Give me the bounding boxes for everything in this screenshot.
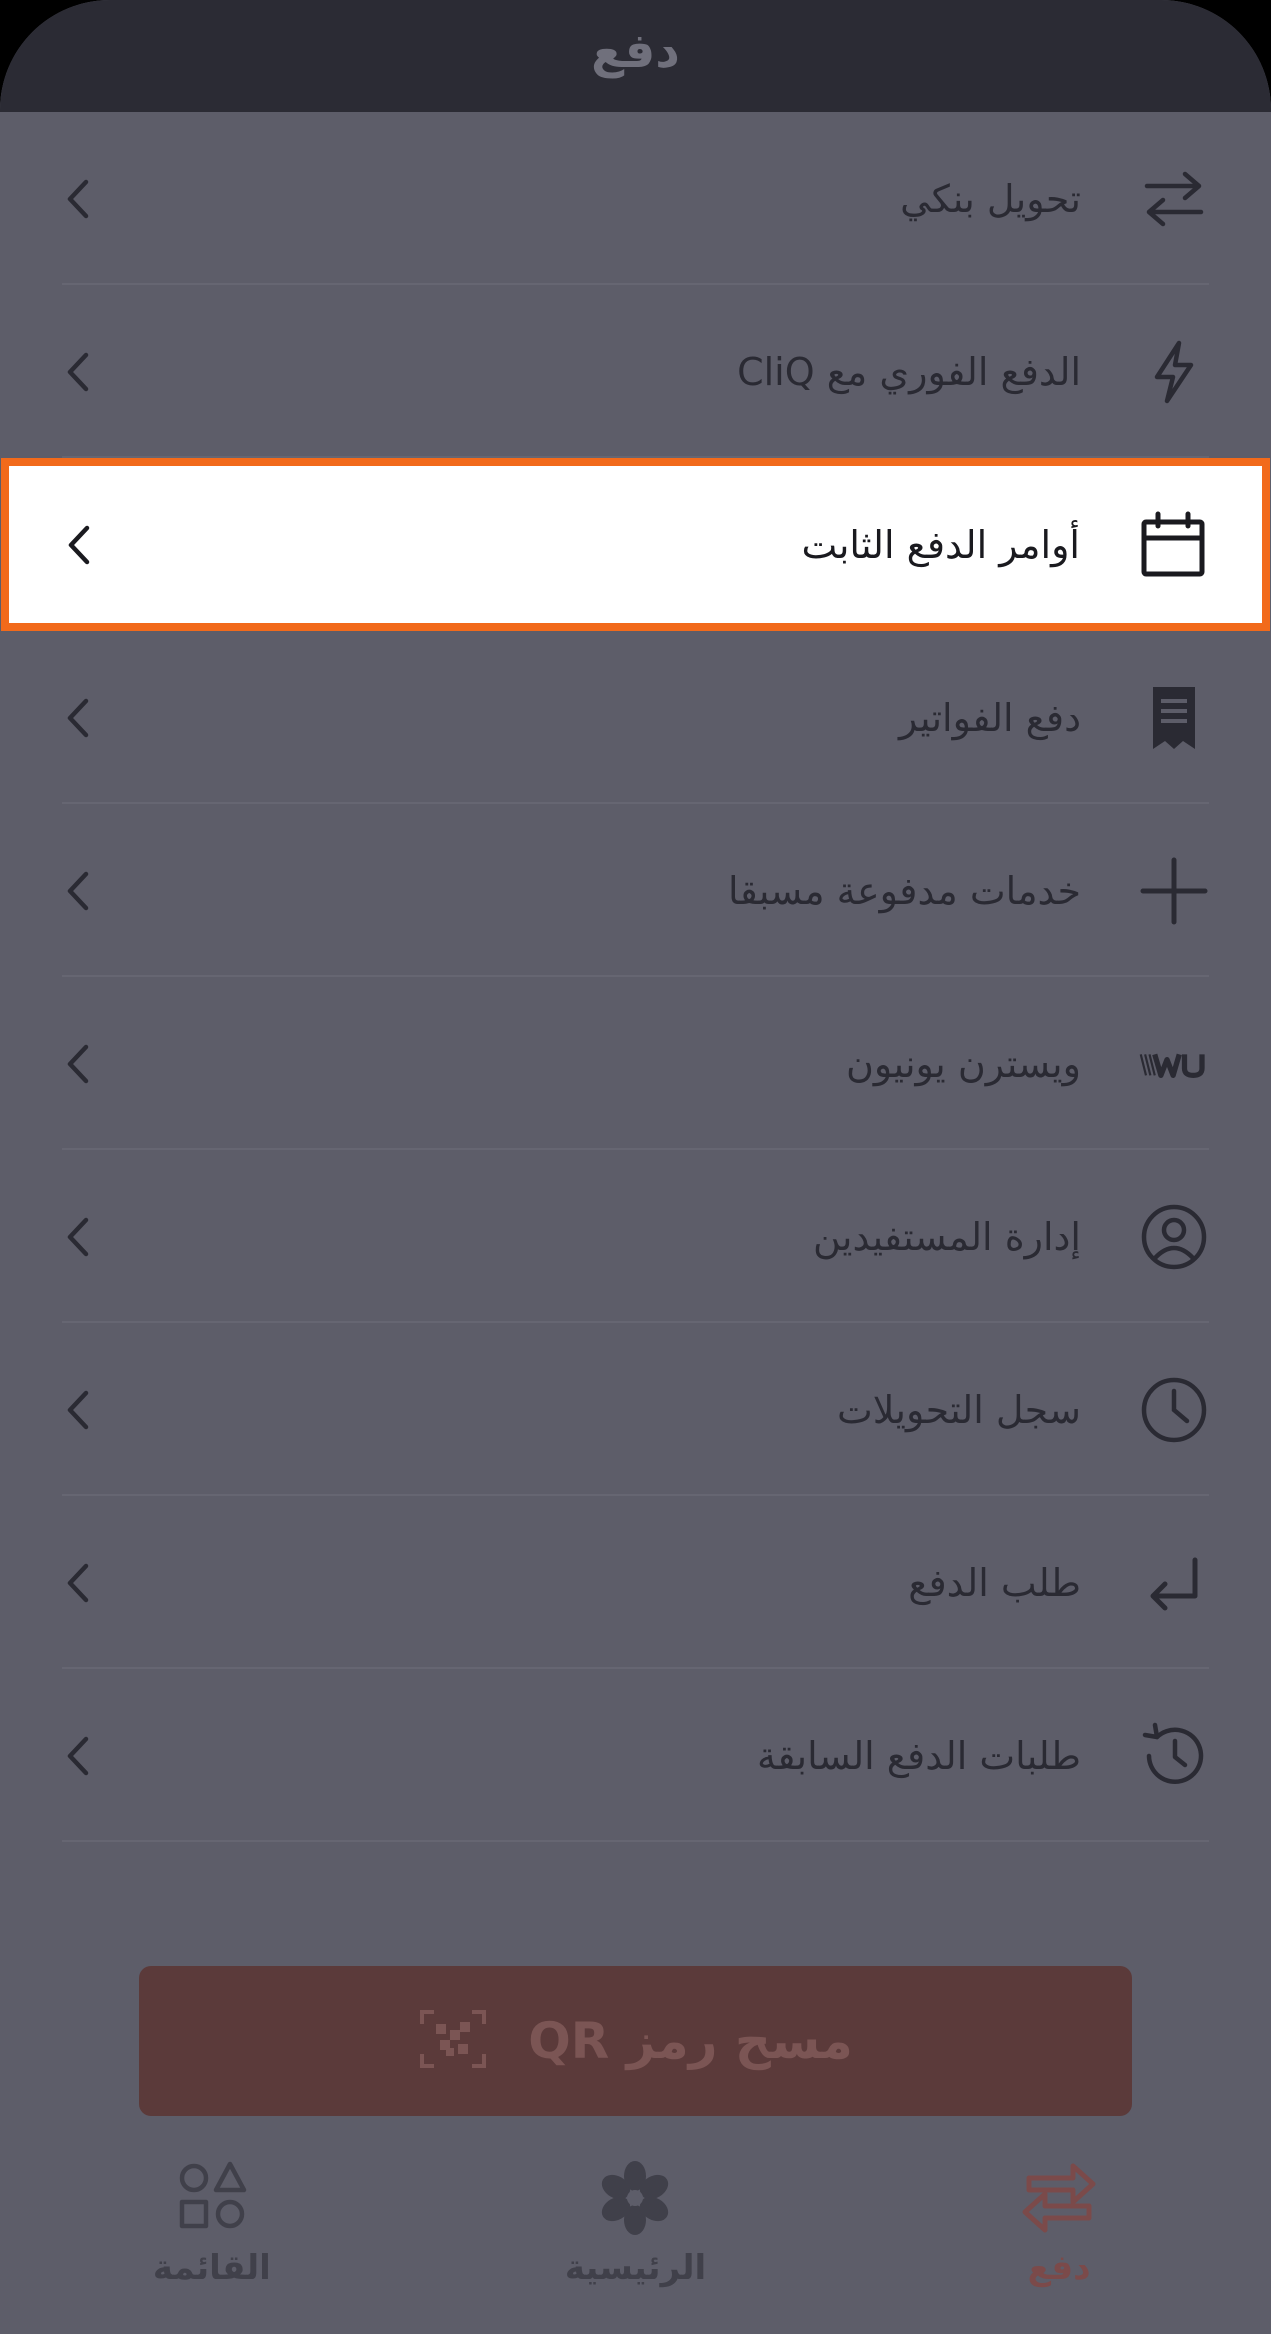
chevron-left-icon bbox=[67, 1044, 89, 1083]
menu-item-label: تحويل بنكي bbox=[900, 176, 1081, 221]
chevron-left-icon bbox=[67, 1563, 89, 1602]
scan-qr-button[interactable]: مسح رمز QR bbox=[139, 1966, 1132, 2116]
menu-item-label: سجل التحويلات bbox=[836, 1387, 1081, 1432]
menu-item-western-union[interactable]: ويسترن يونيون bbox=[0, 977, 1271, 1150]
return-arrow-icon bbox=[1139, 1548, 1209, 1618]
tab-menu[interactable]: القائمة bbox=[47, 2140, 377, 2334]
menu-item-label: ويسترن يونيون bbox=[845, 1041, 1081, 1086]
menu-item-label: طلبات الدفع السابقة bbox=[756, 1733, 1081, 1778]
tab-payments[interactable]: دفع bbox=[894, 2140, 1224, 2334]
menu-item-transfer-history[interactable]: سجل التحويلات bbox=[0, 1323, 1271, 1496]
menu-item-bank-transfer[interactable]: تحويل بنكي bbox=[0, 112, 1271, 285]
calendar-icon bbox=[1138, 510, 1208, 580]
chevron-left-icon bbox=[67, 352, 89, 391]
menu-item-label: دفع الفواتير bbox=[899, 695, 1081, 740]
flower-logo-icon bbox=[602, 2161, 669, 2235]
swap-arrows-icon bbox=[1139, 164, 1209, 234]
scan-qr-label: مسح رمز QR bbox=[528, 2012, 853, 2070]
tab-label: دفع bbox=[1027, 2248, 1091, 2288]
plus-icon bbox=[1139, 856, 1209, 926]
menu-item-cliq[interactable]: الدفع الفوري مع CliQ bbox=[0, 285, 1271, 458]
chevron-left-icon bbox=[68, 525, 90, 564]
menu-item-label: خدمات مدفوعة مسبقا bbox=[728, 868, 1081, 913]
menu-item-previous-requests[interactable]: طلبات الدفع السابقة bbox=[0, 1669, 1271, 1842]
page-title: دفع bbox=[591, 23, 680, 79]
western-union-icon bbox=[1139, 1029, 1209, 1099]
chevron-left-icon bbox=[67, 1390, 89, 1429]
swap-arrows-icon bbox=[1022, 2163, 1096, 2233]
clock-icon bbox=[1139, 1375, 1209, 1445]
qr-scan-icon bbox=[418, 2008, 488, 2074]
bottom-tab-bar: القائمة الرئيسية دفع bbox=[0, 2140, 1271, 2334]
user-circle-icon bbox=[1139, 1202, 1209, 1272]
chevron-left-icon bbox=[67, 698, 89, 737]
header: دفع bbox=[0, 0, 1271, 112]
chevron-left-icon bbox=[67, 871, 89, 910]
menu-item-prepaid-services[interactable]: خدمات مدفوعة مسبقا bbox=[0, 804, 1271, 977]
payments-screen: دفع تحويل بنكي الدفع الفوري مع CliQ أوام… bbox=[0, 0, 1271, 2334]
lightning-icon bbox=[1139, 337, 1209, 407]
receipt-icon bbox=[1139, 683, 1209, 753]
chevron-left-icon bbox=[67, 179, 89, 218]
menu-item-label: إدارة المستفيدين bbox=[813, 1214, 1081, 1259]
tab-label: القائمة bbox=[152, 2248, 271, 2288]
chevron-left-icon bbox=[67, 1736, 89, 1775]
payment-menu-list: تحويل بنكي الدفع الفوري مع CliQ أوامر ال… bbox=[0, 112, 1271, 1842]
tab-home[interactable]: الرئيسية bbox=[470, 2140, 800, 2334]
shapes-icon bbox=[179, 2161, 247, 2229]
menu-item-label: أوامر الدفع الثابت bbox=[801, 522, 1081, 567]
menu-item-standing-orders[interactable]: أوامر الدفع الثابت bbox=[1, 458, 1270, 631]
menu-item-beneficiaries[interactable]: إدارة المستفيدين bbox=[0, 1150, 1271, 1323]
tab-label: الرئيسية bbox=[564, 2248, 707, 2288]
menu-item-label: طلب الدفع bbox=[908, 1560, 1081, 1605]
chevron-left-icon bbox=[67, 1217, 89, 1256]
history-icon bbox=[1139, 1721, 1209, 1791]
menu-item-label: الدفع الفوري مع CliQ bbox=[737, 349, 1081, 394]
menu-item-bill-payment[interactable]: دفع الفواتير bbox=[0, 631, 1271, 804]
menu-item-payment-request[interactable]: طلب الدفع bbox=[0, 1496, 1271, 1669]
